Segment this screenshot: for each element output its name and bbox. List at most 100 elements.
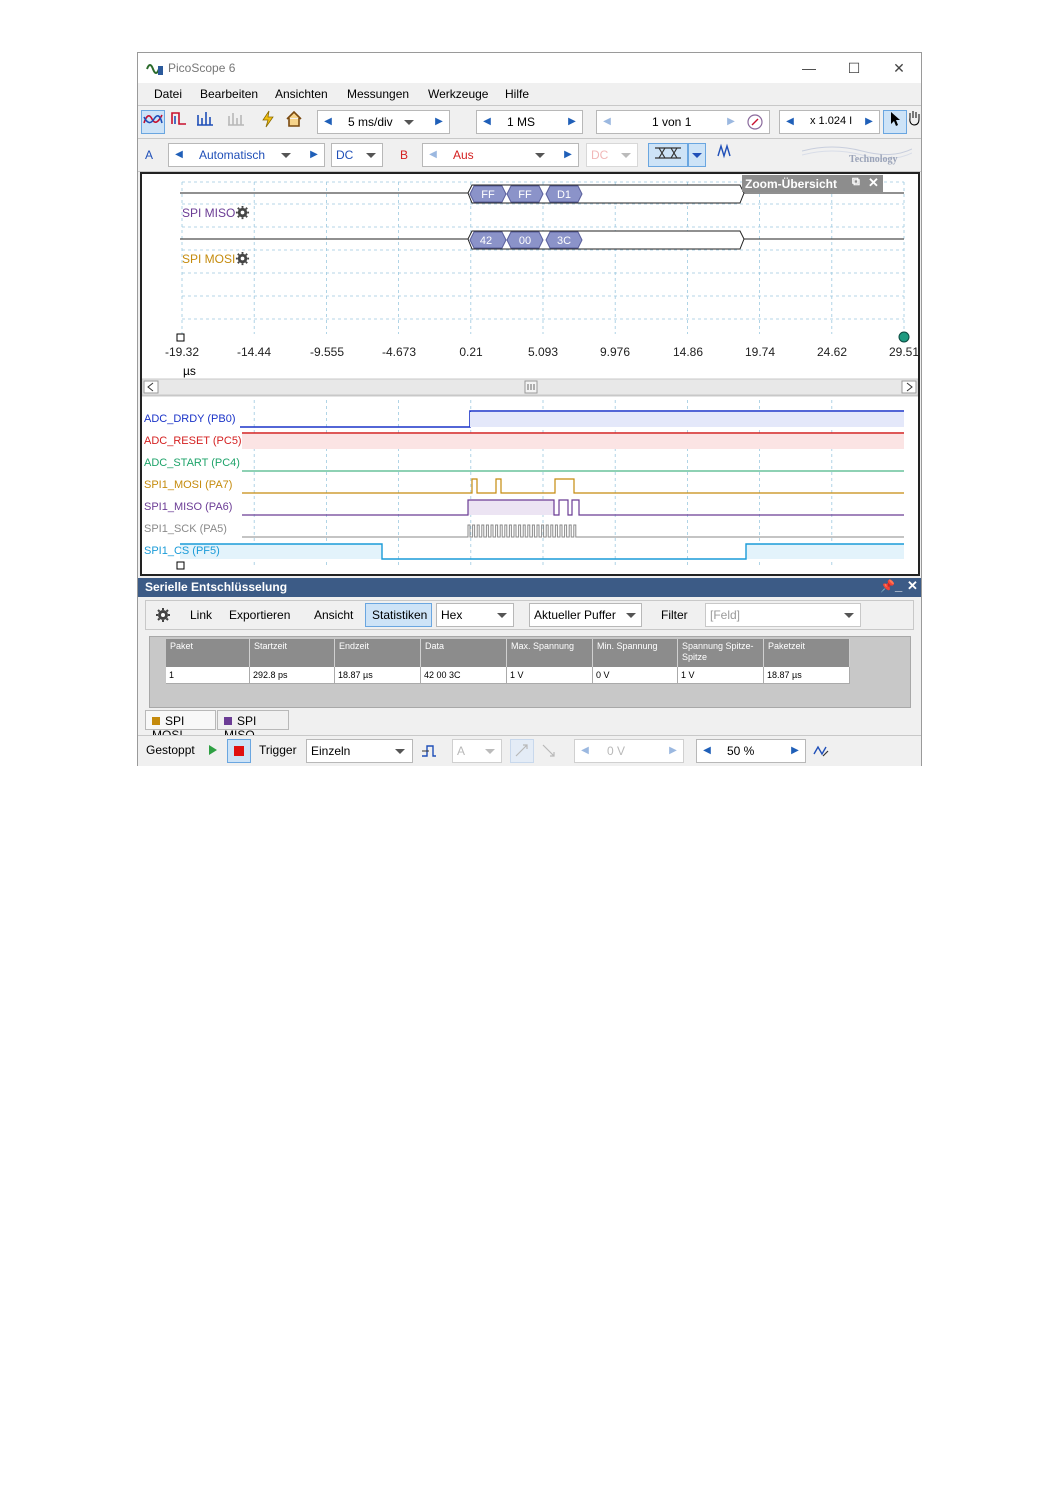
- column-header-paketzeit[interactable]: Paketzeit: [764, 639, 850, 667]
- timebase-value[interactable]: 5 ms/div: [348, 115, 393, 129]
- column-header-endzeit[interactable]: Endzeit: [335, 639, 421, 667]
- zoom-overview-restore-icon[interactable]: ⧉: [852, 176, 860, 189]
- scroll-right-button[interactable]: [901, 380, 917, 394]
- threshold-next-icon[interactable]: ▶: [663, 740, 683, 762]
- table-cell[interactable]: 42 00 3C: [421, 667, 507, 684]
- post-trigger-delay-icon[interactable]: [812, 742, 830, 760]
- channel-b-coupling-select[interactable]: DC: [586, 143, 638, 167]
- column-header-paket[interactable]: Paket: [166, 639, 250, 667]
- channel-a-range-value[interactable]: Automatisch: [199, 148, 265, 162]
- column-header-startzeit[interactable]: Startzeit: [250, 639, 335, 667]
- table-cell[interactable]: 1 V: [678, 667, 764, 684]
- table-cell[interactable]: 292.8 ps: [250, 667, 335, 684]
- right-ruler-handle[interactable]: [898, 331, 910, 343]
- menu-hilfe[interactable]: Hilfe: [505, 87, 529, 101]
- scroll-left-button[interactable]: [143, 380, 159, 394]
- trigger-source-select[interactable]: A: [452, 739, 502, 763]
- spectrum-mode-icon[interactable]: [193, 110, 217, 134]
- menu-messungen[interactable]: Messungen: [347, 87, 409, 101]
- timebase-prev-icon[interactable]: ◀: [318, 111, 338, 133]
- tab-spi-mosi[interactable]: SPI MOSI: [145, 710, 216, 742]
- link-button[interactable]: Link: [190, 608, 212, 622]
- buffer-prev-icon[interactable]: ◀: [597, 111, 617, 133]
- menu-datei[interactable]: Datei: [154, 87, 182, 101]
- table-cell[interactable]: 1 V: [507, 667, 593, 684]
- zoom-prev-icon[interactable]: ◀: [780, 111, 800, 133]
- maximize-button[interactable]: ☐: [839, 57, 869, 79]
- export-button[interactable]: Exportieren: [229, 608, 290, 622]
- menu-bar: Datei Bearbeiten Ansichten Messungen Wer…: [138, 83, 921, 106]
- channel-b-range-dropdown-icon[interactable]: [535, 153, 545, 158]
- timebase-next-icon[interactable]: ▶: [429, 111, 449, 133]
- trigger-mode-select[interactable]: Einzeln: [306, 739, 413, 763]
- field-select[interactable]: [Feld]: [705, 603, 861, 627]
- falling-edge-icon[interactable]: [540, 742, 558, 760]
- table-cell[interactable]: 0 V: [593, 667, 678, 684]
- pretrigger-prev-icon[interactable]: ◀: [697, 740, 717, 762]
- trigger-label: Trigger: [259, 743, 297, 757]
- samples-prev-icon[interactable]: ◀: [477, 111, 497, 133]
- pointer-tool-icon[interactable]: [883, 110, 907, 134]
- auto-setup-icon[interactable]: [256, 110, 280, 134]
- serial-decode-icon[interactable]: [648, 143, 688, 167]
- menu-bearbeiten[interactable]: Bearbeiten: [200, 87, 258, 101]
- threshold-value[interactable]: 0 V: [607, 744, 625, 758]
- channel-b-label[interactable]: B: [400, 148, 408, 162]
- minimize-button[interactable]: —: [794, 57, 824, 79]
- channel-a-range-next-icon[interactable]: ▶: [304, 144, 324, 166]
- channel-b-range-next-icon[interactable]: ▶: [558, 144, 578, 166]
- panel-close-icon[interactable]: ✕: [907, 578, 918, 594]
- rising-edge-button[interactable]: [510, 739, 534, 763]
- start-play-icon[interactable]: [208, 744, 218, 756]
- math-channels-icon[interactable]: [714, 143, 738, 167]
- left-ruler-handle[interactable]: [176, 333, 185, 342]
- timebase-dropdown-icon[interactable]: [404, 120, 414, 125]
- channel-b-range-value[interactable]: Aus: [453, 148, 474, 162]
- buffer-next-icon[interactable]: ▶: [721, 111, 741, 133]
- menu-ansichten[interactable]: Ansichten: [275, 87, 328, 101]
- threshold-prev-icon[interactable]: ◀: [575, 740, 595, 762]
- panel-pin-icon[interactable]: 📌: [880, 579, 895, 593]
- samples-value[interactable]: 1 MS: [507, 115, 535, 129]
- pretrigger-value[interactable]: 50 %: [727, 744, 754, 758]
- format-select[interactable]: Hex: [436, 603, 514, 627]
- tab-spi-miso[interactable]: SPI MISO: [217, 710, 289, 742]
- column-header-data[interactable]: Data: [421, 639, 507, 667]
- statistics-button[interactable]: Statistiken: [365, 603, 432, 627]
- decoder-settings-gear-icon[interactable]: [155, 607, 171, 623]
- spi-mosi-settings-gear-icon[interactable]: [235, 251, 250, 266]
- zoom-next-icon[interactable]: ▶: [859, 111, 879, 133]
- serial-decode-dropdown-icon[interactable]: [688, 143, 706, 167]
- buffer-overview-icon[interactable]: [747, 114, 763, 130]
- home-icon[interactable]: [282, 110, 306, 134]
- buffer-select[interactable]: Aktueller Puffer: [529, 603, 642, 627]
- column-header-max-spannung[interactable]: Max. Spannung: [507, 639, 593, 667]
- spi-miso-settings-gear-icon[interactable]: [235, 205, 250, 220]
- view-button[interactable]: Ansicht: [314, 608, 353, 622]
- scope-mode-icon[interactable]: [141, 110, 165, 134]
- channel-a-coupling-select[interactable]: DC: [331, 143, 383, 167]
- close-button[interactable]: ✕: [884, 57, 914, 79]
- table-cell[interactable]: 18.87 µs: [335, 667, 421, 684]
- hand-tool-icon[interactable]: [907, 110, 921, 134]
- channel-a-label[interactable]: A: [145, 148, 153, 162]
- bottom-ruler-handle[interactable]: [176, 561, 185, 570]
- advanced-trigger-icon[interactable]: [420, 742, 438, 760]
- channel-a-range-dropdown-icon[interactable]: [281, 153, 291, 158]
- persistence-mode-icon[interactable]: [167, 110, 191, 134]
- spi-miso-color-swatch: [224, 717, 232, 725]
- pretrigger-next-icon[interactable]: ▶: [785, 740, 805, 762]
- filter-button[interactable]: Filter: [661, 608, 688, 622]
- zoom-overview-close-icon[interactable]: ✕: [868, 175, 879, 191]
- zoom-value[interactable]: x 1.024 I: [810, 115, 852, 127]
- channel-b-range-prev-icon[interactable]: ◀: [423, 144, 443, 166]
- panel-minimize-icon[interactable]: _: [895, 578, 902, 593]
- column-header-min-spannung[interactable]: Min. Spannung: [593, 639, 678, 667]
- column-header-spitze-spitze[interactable]: Spannung Spitze-Spitze: [678, 639, 764, 667]
- samples-next-icon[interactable]: ▶: [562, 111, 582, 133]
- table-cell[interactable]: 1: [166, 667, 250, 684]
- menu-werkzeuge[interactable]: Werkzeuge: [428, 87, 488, 101]
- stop-button[interactable]: [227, 739, 251, 763]
- channel-a-range-prev-icon[interactable]: ◀: [169, 144, 189, 166]
- table-cell[interactable]: 18.87 µs: [764, 667, 850, 684]
